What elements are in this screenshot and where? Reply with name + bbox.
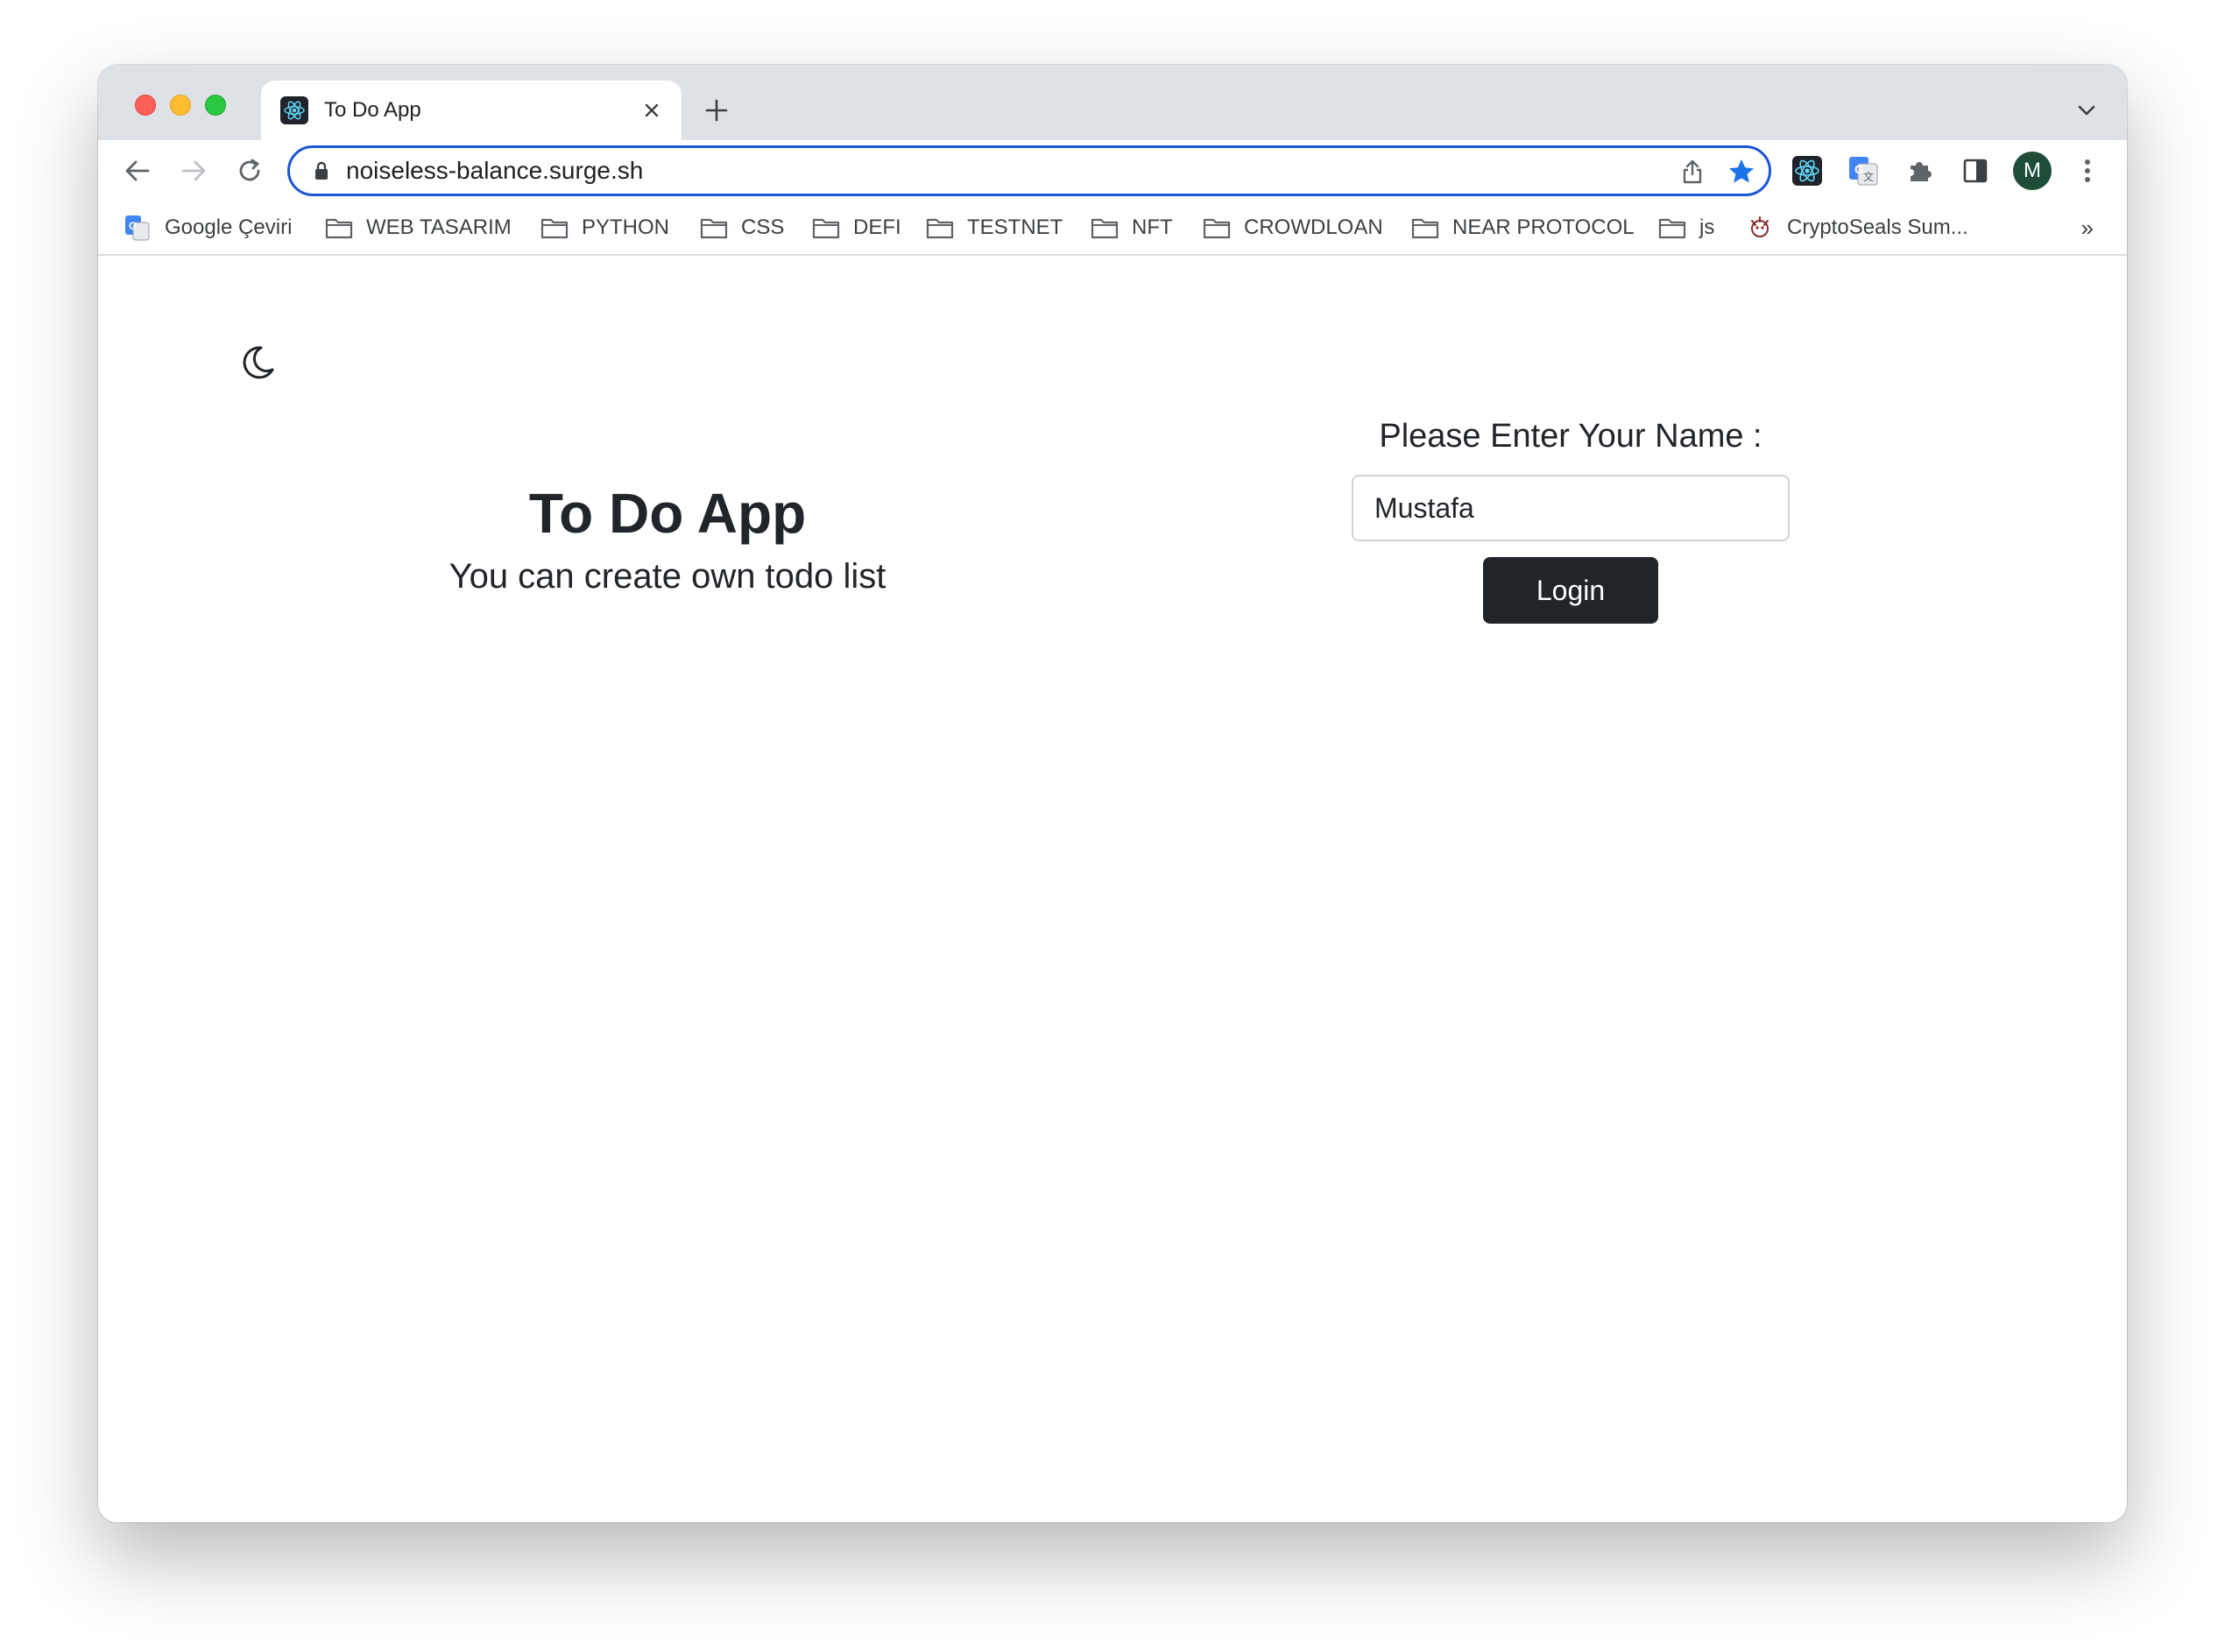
bookmark-folder-near-protocol[interactable]: NEAR PROTOCOL (1410, 212, 1635, 244)
close-window-button[interactable] (135, 95, 156, 116)
bookmark-label: TESTNET (967, 215, 1063, 239)
more-bookmarks-chevron[interactable]: » (2081, 212, 2094, 244)
folder-icon (811, 215, 841, 241)
folder-icon (1090, 215, 1120, 241)
address-bar[interactable]: noiseless-balance.surge.sh (287, 145, 1771, 196)
bookmark-label: CryptoSeals Sum... (1787, 215, 1968, 239)
bookmark-folder-css[interactable]: CSS (699, 212, 784, 244)
browser-toolbar: noiseless-balance.surge.sh G 文 M (98, 140, 2127, 201)
bookmark-folder-js[interactable]: js (1657, 212, 1714, 244)
tab-to-do-app[interactable]: To Do App (261, 81, 682, 140)
side-panel-icon[interactable] (1957, 152, 1994, 189)
google-translate-icon[interactable]: G 文 (1845, 152, 1882, 189)
bookmark-label: WEB TASARIM (366, 215, 512, 239)
page-subtitle: You can create own todo list (449, 557, 886, 596)
cryptoseals-icon (1745, 215, 1775, 241)
star-icon[interactable] (1727, 157, 1756, 187)
react-devtools-icon[interactable] (1789, 152, 1826, 189)
chevron-down-icon[interactable] (2073, 96, 2101, 124)
bookmarks-bar: G Google Çeviri WEB TASARIM PYTHON CSS D… (98, 201, 2127, 256)
bookmark-label: DEFI (853, 215, 901, 239)
lock-icon[interactable] (311, 160, 332, 181)
share-icon[interactable] (1678, 157, 1707, 187)
close-icon[interactable] (638, 96, 666, 124)
tab-strip: To Do App (98, 65, 2127, 140)
folder-icon (699, 215, 729, 241)
folder-icon (1410, 215, 1440, 241)
url-text[interactable]: noiseless-balance.surge.sh (346, 157, 643, 185)
bookmark-cryptoseals[interactable]: CryptoSeals Sum... (1745, 212, 1968, 244)
page-title: To Do App (528, 482, 807, 545)
bookmark-label: NFT (1132, 215, 1173, 239)
folder-icon (925, 215, 955, 241)
tab-title: To Do App (324, 98, 421, 122)
react-icon (280, 96, 308, 124)
name-prompt-label: Please Enter Your Name : (1379, 418, 1762, 455)
bookmark-label: CROWDLOAN (1244, 215, 1383, 239)
reload-icon[interactable] (230, 151, 270, 191)
bookmark-folder-web-tasarim[interactable]: WEB TASARIM (324, 212, 512, 244)
login-form: Please Enter Your Name : Login (1277, 412, 1864, 624)
back-arrow-icon[interactable] (117, 151, 158, 191)
folder-icon (540, 215, 569, 241)
bookmark-google-ceviri[interactable]: G Google Çeviri (123, 212, 292, 244)
maximize-window-button[interactable] (205, 95, 226, 116)
bookmark-label: CSS (741, 215, 785, 239)
bookmark-folder-testnet[interactable]: TESTNET (925, 212, 1063, 244)
folder-icon (1657, 215, 1687, 241)
minimize-window-button[interactable] (170, 95, 191, 116)
moon-icon[interactable] (237, 342, 279, 384)
name-input[interactable] (1352, 475, 1790, 541)
new-tab-plus-icon[interactable] (701, 95, 732, 126)
bookmark-label: js (1699, 215, 1715, 239)
login-button[interactable]: Login (1483, 557, 1658, 624)
bookmark-folder-crowdloan[interactable]: CROWDLOAN (1202, 212, 1383, 244)
bookmark-folder-defi[interactable]: DEFI (811, 212, 901, 244)
hero-section: To Do App You can create own todo list (308, 480, 1027, 601)
svg-text:G: G (129, 220, 137, 232)
bookmark-label: NEAR PROTOCOL (1452, 215, 1635, 239)
profile-avatar[interactable]: M (2013, 152, 2052, 190)
google-translate-icon: G (123, 215, 152, 241)
kebab-menu-icon[interactable] (2069, 152, 2106, 189)
forward-arrow-icon[interactable] (173, 151, 214, 191)
bookmark-label: Google Çeviri (165, 215, 293, 239)
bookmark-folder-python[interactable]: PYTHON (540, 212, 669, 244)
folder-icon (1202, 215, 1232, 241)
page-content: To Do App You can create own todo list P… (98, 258, 2127, 1522)
bookmark-folder-nft[interactable]: NFT (1090, 212, 1173, 244)
extensions-puzzle-icon[interactable] (1901, 152, 1938, 189)
browser-window: To Do App noiseless-balance.surge.sh G 文… (98, 65, 2127, 1522)
folder-icon (324, 215, 354, 241)
bookmark-label: PYTHON (582, 215, 670, 239)
svg-text:文: 文 (1863, 170, 1874, 183)
